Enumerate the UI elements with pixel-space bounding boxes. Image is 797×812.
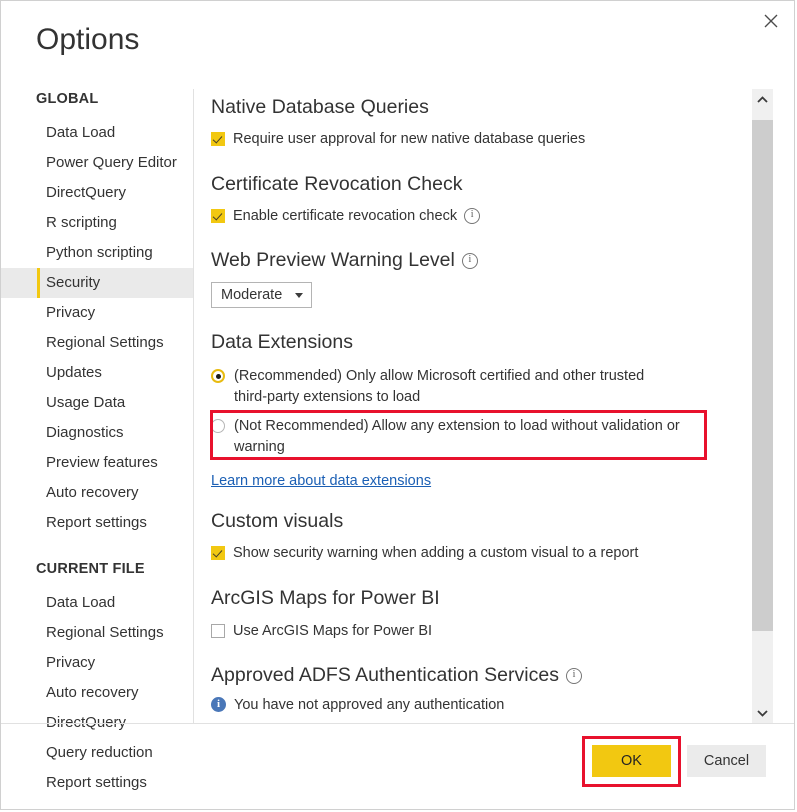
section-heading-native-database-queries: Native Database Queries: [211, 96, 429, 118]
sidebar-item-data-load[interactable]: Data Load: [1, 118, 193, 148]
info-filled-icon: [211, 697, 226, 712]
scrollbar-thumb[interactable]: [752, 120, 773, 631]
ok-button[interactable]: OK: [592, 745, 671, 777]
setting-label: Enable certificate revocation check: [233, 208, 458, 224]
sidebar-divider: [193, 89, 194, 723]
checkbox-show-security-warning[interactable]: [211, 546, 225, 560]
section-heading-custom-visuals: Custom visuals: [211, 510, 344, 532]
sidebar-item-r-scripting[interactable]: R scripting: [1, 208, 193, 238]
section-heading-web-preview-warning-level: Web Preview Warning Level: [211, 249, 455, 271]
adfs-status-text: You have not approved any authentication: [234, 697, 505, 713]
sidebar-item-usage-data[interactable]: Usage Data: [1, 388, 193, 418]
radio-recommended[interactable]: [211, 369, 225, 383]
chevron-up-icon[interactable]: [752, 89, 773, 110]
setting-label: Use ArcGIS Maps for Power BI: [233, 623, 433, 639]
section-heading-data-extensions: Data Extensions: [211, 331, 353, 353]
chevron-down-icon[interactable]: [752, 702, 773, 723]
radio-option-not-recommended[interactable]: (Not Recommended) Allow any extension to…: [211, 416, 691, 458]
setting-require-user-approval[interactable]: Require user approval for new native dat…: [211, 129, 746, 150]
close-icon[interactable]: [748, 1, 794, 41]
section-heading-approved-adfs: Approved ADFS Authentication Services: [211, 664, 559, 686]
chevron-down-icon: [295, 292, 304, 298]
dropdown-selected-value: Moderate: [221, 287, 283, 303]
adfs-status: You have not approved any authentication: [211, 695, 746, 716]
sidebar-item-file-privacy[interactable]: Privacy: [1, 648, 193, 678]
learn-more-wrap: Learn more about data extensions: [211, 472, 746, 490]
sidebar-item-privacy[interactable]: Privacy: [1, 298, 193, 328]
radio-label-not-recommended: (Not Recommended) Allow any extension to…: [234, 418, 680, 455]
sidebar-item-file-report-settings[interactable]: Report settings: [1, 768, 193, 798]
section-heading-adfs-row: Approved ADFS Authentication Services: [211, 662, 746, 688]
sidebar-item-directquery[interactable]: DirectQuery: [1, 178, 193, 208]
options-sidebar[interactable]: GLOBAL Data Load Power Query Editor Dire…: [1, 91, 193, 807]
sidebar-item-updates[interactable]: Updates: [1, 358, 193, 388]
sidebar-item-security[interactable]: Security: [1, 268, 193, 298]
setting-use-arcgis-maps[interactable]: Use ArcGIS Maps for Power BI: [211, 621, 746, 642]
setting-label: Show security warning when adding a cust…: [233, 545, 639, 561]
setting-enable-certificate-revocation[interactable]: Enable certificate revocation check: [211, 206, 746, 227]
radio-option-recommended[interactable]: (Recommended) Only allow Microsoft certi…: [211, 366, 681, 408]
sidebar-item-file-auto-recovery[interactable]: Auto recovery: [1, 678, 193, 708]
radio-not-recommended[interactable]: [211, 419, 225, 433]
sidebar-item-regional-settings[interactable]: Regional Settings: [1, 328, 193, 358]
settings-content: Native Database Queries Require user app…: [211, 89, 746, 719]
sidebar-item-auto-recovery[interactable]: Auto recovery: [1, 478, 193, 508]
checkbox-use-arcgis-maps[interactable]: [211, 624, 225, 638]
section-heading-arcgis-maps: ArcGIS Maps for Power BI: [211, 587, 440, 609]
web-preview-warning-level-dropdown[interactable]: Moderate: [211, 282, 313, 308]
checkbox-enable-certificate-revocation[interactable]: [211, 209, 225, 223]
sidebar-item-python-scripting[interactable]: Python scripting: [1, 238, 193, 268]
sidebar-item-report-settings[interactable]: Report settings: [1, 508, 193, 538]
sidebar-item-diagnostics[interactable]: Diagnostics: [1, 418, 193, 448]
footer-divider: [1, 723, 794, 724]
sidebar-item-file-data-load[interactable]: Data Load: [1, 588, 193, 618]
sidebar-group-heading-current-file: CURRENT FILE: [36, 561, 145, 577]
info-circle-icon[interactable]: [461, 252, 478, 269]
cancel-button[interactable]: Cancel: [687, 745, 766, 777]
sidebar-item-file-regional-settings[interactable]: Regional Settings: [1, 618, 193, 648]
section-heading-certificate-revocation-check: Certificate Revocation Check: [211, 173, 463, 195]
info-circle-icon[interactable]: [464, 208, 481, 224]
page-title: Options: [36, 23, 140, 56]
section-heading-web-preview-warning-level-row: Web Preview Warning Level: [211, 247, 746, 273]
sidebar-group-heading-global: GLOBAL: [36, 91, 99, 107]
setting-label: Require user approval for new native dat…: [233, 131, 586, 147]
content-scrollbar[interactable]: [752, 89, 773, 723]
learn-more-about-data-extensions-link[interactable]: Learn more about data extensions: [211, 473, 431, 489]
checkbox-require-user-approval[interactable]: [211, 132, 225, 146]
web-preview-dropdown-wrap: Moderate: [211, 282, 746, 308]
options-dialog: Options GLOBAL Data Load Power Query Edi…: [0, 0, 795, 810]
radio-label-recommended: (Recommended) Only allow Microsoft certi…: [234, 368, 645, 405]
sidebar-item-power-query-editor[interactable]: Power Query Editor: [1, 148, 193, 178]
info-circle-icon[interactable]: [565, 667, 582, 684]
setting-show-security-warning[interactable]: Show security warning when adding a cust…: [211, 543, 746, 564]
sidebar-item-preview-features[interactable]: Preview features: [1, 448, 193, 478]
sidebar-item-file-query-reduction[interactable]: Query reduction: [1, 738, 193, 768]
